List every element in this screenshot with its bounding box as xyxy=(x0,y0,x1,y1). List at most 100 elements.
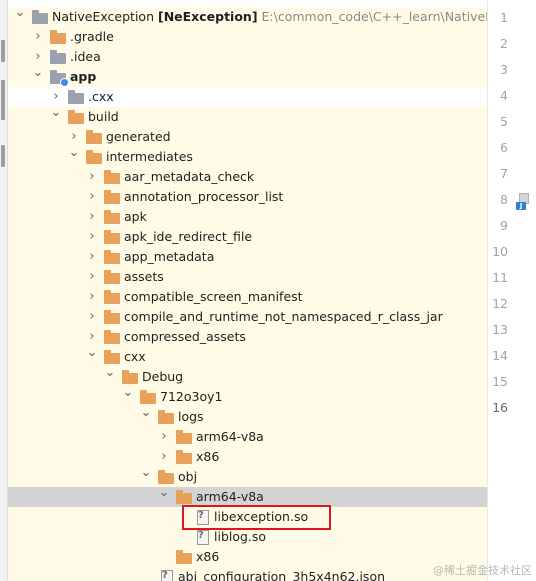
chevron-down-icon[interactable]: ⌄ xyxy=(50,103,62,123)
chevron-down-icon[interactable]: ⌄ xyxy=(158,483,170,503)
tree-item-app[interactable]: ⌄ app xyxy=(8,65,487,87)
folder-body xyxy=(176,453,192,464)
folder-body xyxy=(104,333,120,344)
chevron-down-icon[interactable]: ⌄ xyxy=(140,463,152,483)
unknown-file-icon: ? xyxy=(194,530,210,545)
folder-icon xyxy=(104,190,120,204)
folder-icon xyxy=(68,90,84,104)
chevron-right-icon[interactable]: › xyxy=(86,307,98,327)
tree-item-label: annotation_processor_list xyxy=(124,189,284,204)
folder-icon xyxy=(104,310,120,324)
unknown-file-icon: ? xyxy=(158,570,174,581)
tree-item-build[interactable]: ⌄ build xyxy=(8,105,487,127)
folder-icon xyxy=(176,430,192,444)
tree-item-gradle[interactable]: › .gradle xyxy=(8,27,487,47)
tree-item-cxx[interactable]: ⌄ cxx xyxy=(8,345,487,367)
tree-item-label: Debug xyxy=(142,369,184,384)
tree-item-label: NativeException [NeException] E:\common_… xyxy=(52,7,487,27)
question-mark-glyph: ? xyxy=(162,570,168,581)
tree-item-label: compressed_assets xyxy=(124,329,246,344)
folder-body xyxy=(104,233,120,244)
folder-icon xyxy=(140,390,156,404)
bookmark-icon[interactable]: J xyxy=(516,193,529,210)
tree-item-obj[interactable]: ⌄ obj xyxy=(8,465,487,487)
tree-item-debug[interactable]: ⌄ Debug xyxy=(8,365,487,387)
tree-item-logs[interactable]: ⌄ logs xyxy=(8,405,487,427)
chevron-right-icon[interactable]: › xyxy=(86,187,98,207)
tree-item-idea[interactable]: › .idea xyxy=(8,47,487,67)
folder-body xyxy=(158,413,174,424)
folder-icon xyxy=(122,370,138,384)
tree-item-712o3oy1[interactable]: ⌄ 712o3oy1 xyxy=(8,385,487,407)
tree-item-app-metadata[interactable]: › app_metadata xyxy=(8,247,487,267)
line-number: 2 xyxy=(500,36,508,51)
folder-icon xyxy=(176,450,192,464)
chevron-right-icon[interactable]: › xyxy=(86,247,98,267)
tree-item-apk[interactable]: › apk xyxy=(8,207,487,227)
folder-icon xyxy=(104,350,120,364)
chevron-down-icon[interactable]: ⌄ xyxy=(122,383,134,403)
tree-item-label: apk_ide_redirect_file xyxy=(124,229,253,244)
strip-tab-marker[interactable] xyxy=(1,40,5,62)
tree-item-arm64-v8a[interactable]: › arm64-v8a xyxy=(8,427,487,447)
tree-item-label: arm64-v8a xyxy=(196,429,264,444)
strip-tab-marker[interactable] xyxy=(1,80,5,120)
chevron-right-icon[interactable]: › xyxy=(158,447,170,467)
chevron-right-icon[interactable]: › xyxy=(86,287,98,307)
folder-body xyxy=(104,273,120,284)
folder-body xyxy=(104,253,120,264)
folder-icon xyxy=(32,10,48,24)
chevron-down-icon[interactable]: ⌄ xyxy=(14,3,26,23)
tree-item-cxx[interactable]: › .cxx xyxy=(8,87,487,107)
folder-icon xyxy=(176,490,192,504)
chevron-right-icon[interactable]: › xyxy=(32,27,44,47)
tree-item-compatible-screen-manifest[interactable]: › compatible_screen_manifest xyxy=(8,287,487,307)
chevron-down-icon[interactable]: ⌄ xyxy=(86,343,98,363)
tree-item-intermediates[interactable]: ⌄ intermediates xyxy=(8,145,487,167)
line-number: 12 xyxy=(492,296,508,311)
chevron-right-icon[interactable]: › xyxy=(86,207,98,227)
folder-body xyxy=(104,213,120,224)
tree-item-arm64-v8a[interactable]: ⌄ arm64-v8a xyxy=(8,485,487,507)
chevron-down-icon[interactable]: ⌄ xyxy=(32,63,44,83)
tree-item-apk-ide-redirect-file[interactable]: › apk_ide_redirect_file xyxy=(8,227,487,247)
line-number: 9 xyxy=(500,218,508,233)
tree-item-label: apk xyxy=(124,209,147,224)
tree-item-label: x86 xyxy=(196,449,220,464)
folder-icon xyxy=(158,470,174,484)
folder-icon xyxy=(104,270,120,284)
tree-item-aar-metadata-check[interactable]: › aar_metadata_check xyxy=(8,167,487,187)
chevron-right-icon[interactable]: › xyxy=(86,267,98,287)
folder-icon xyxy=(104,290,120,304)
strip-tab-marker[interactable] xyxy=(1,145,5,167)
folder-icon xyxy=(50,30,66,44)
chevron-down-icon[interactable]: ⌄ xyxy=(140,403,152,423)
tree-item-nativeexception[interactable]: ⌄ NativeException [NeException] E:\common… xyxy=(8,5,487,27)
folder-icon xyxy=(104,330,120,344)
tree-item-abi-configuration-3h5x4n62-json[interactable]: ? abi_configuration_3h5x4n62.json xyxy=(8,567,487,581)
bookmark-badge: J xyxy=(516,202,526,210)
chevron-right-icon[interactable]: › xyxy=(158,427,170,447)
tree-item-label: aar_metadata_check xyxy=(124,169,255,184)
tree-item-label: 712o3oy1 xyxy=(160,389,223,404)
tree-item-annotation-processor-list[interactable]: › annotation_processor_list xyxy=(8,187,487,207)
folder-body xyxy=(86,133,102,144)
tree-item-compile-and-runtime-not-namespaced-r-class-jar[interactable]: › compile_and_runtime_not_namespaced_r_cl… xyxy=(8,307,487,327)
chevron-down-icon[interactable]: ⌄ xyxy=(68,143,80,163)
tree-item-label: .cxx xyxy=(88,89,114,104)
tree-item-compressed-assets[interactable]: › compressed_assets xyxy=(8,327,487,347)
tool-window-strip[interactable] xyxy=(0,0,8,581)
tree-item-liblog-so[interactable]: ? liblog.so xyxy=(8,527,487,547)
tree-item-x86[interactable]: x86 xyxy=(8,547,487,567)
folder-body xyxy=(104,193,120,204)
line-number: 1 xyxy=(500,10,508,25)
folder-icon xyxy=(158,410,174,424)
line-number: 4 xyxy=(500,88,508,103)
tree-item-x86[interactable]: › x86 xyxy=(8,447,487,467)
chevron-down-icon[interactable]: ⌄ xyxy=(104,363,116,383)
chevron-right-icon[interactable]: › xyxy=(86,167,98,187)
line-number: 11 xyxy=(492,270,508,285)
tree-item-assets[interactable]: › assets xyxy=(8,267,487,287)
line-number: 10 xyxy=(492,244,508,259)
chevron-right-icon[interactable]: › xyxy=(86,227,98,247)
